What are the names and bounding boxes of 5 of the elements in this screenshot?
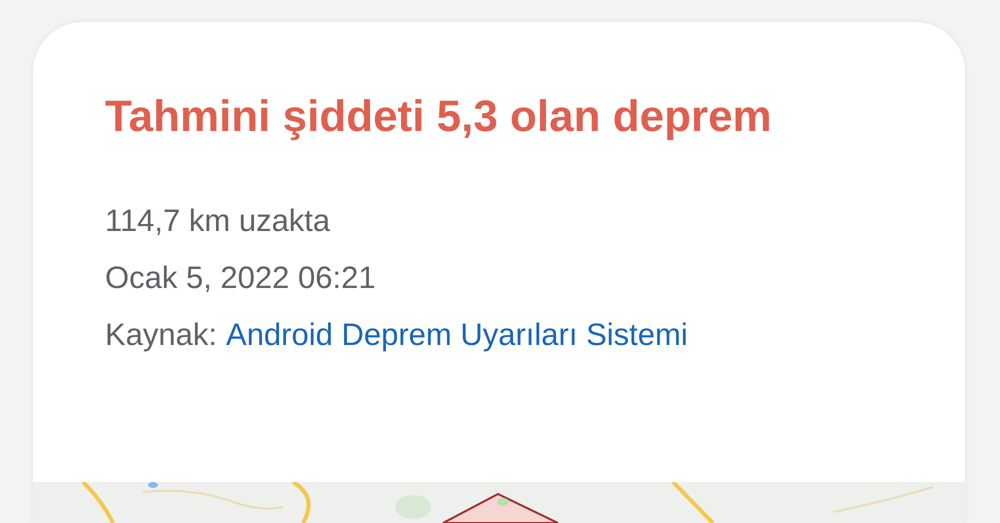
source-label: Kaynak: xyxy=(105,316,218,354)
time-text: Ocak 5, 2022 06:21 xyxy=(105,259,377,297)
alert-title: Tahmini şiddeti 5,3 olan deprem xyxy=(105,91,773,143)
distance-text: 114,7 km uzakta xyxy=(105,202,332,240)
source-link[interactable]: Android Deprem Uyarıları Sistemi xyxy=(226,306,688,363)
